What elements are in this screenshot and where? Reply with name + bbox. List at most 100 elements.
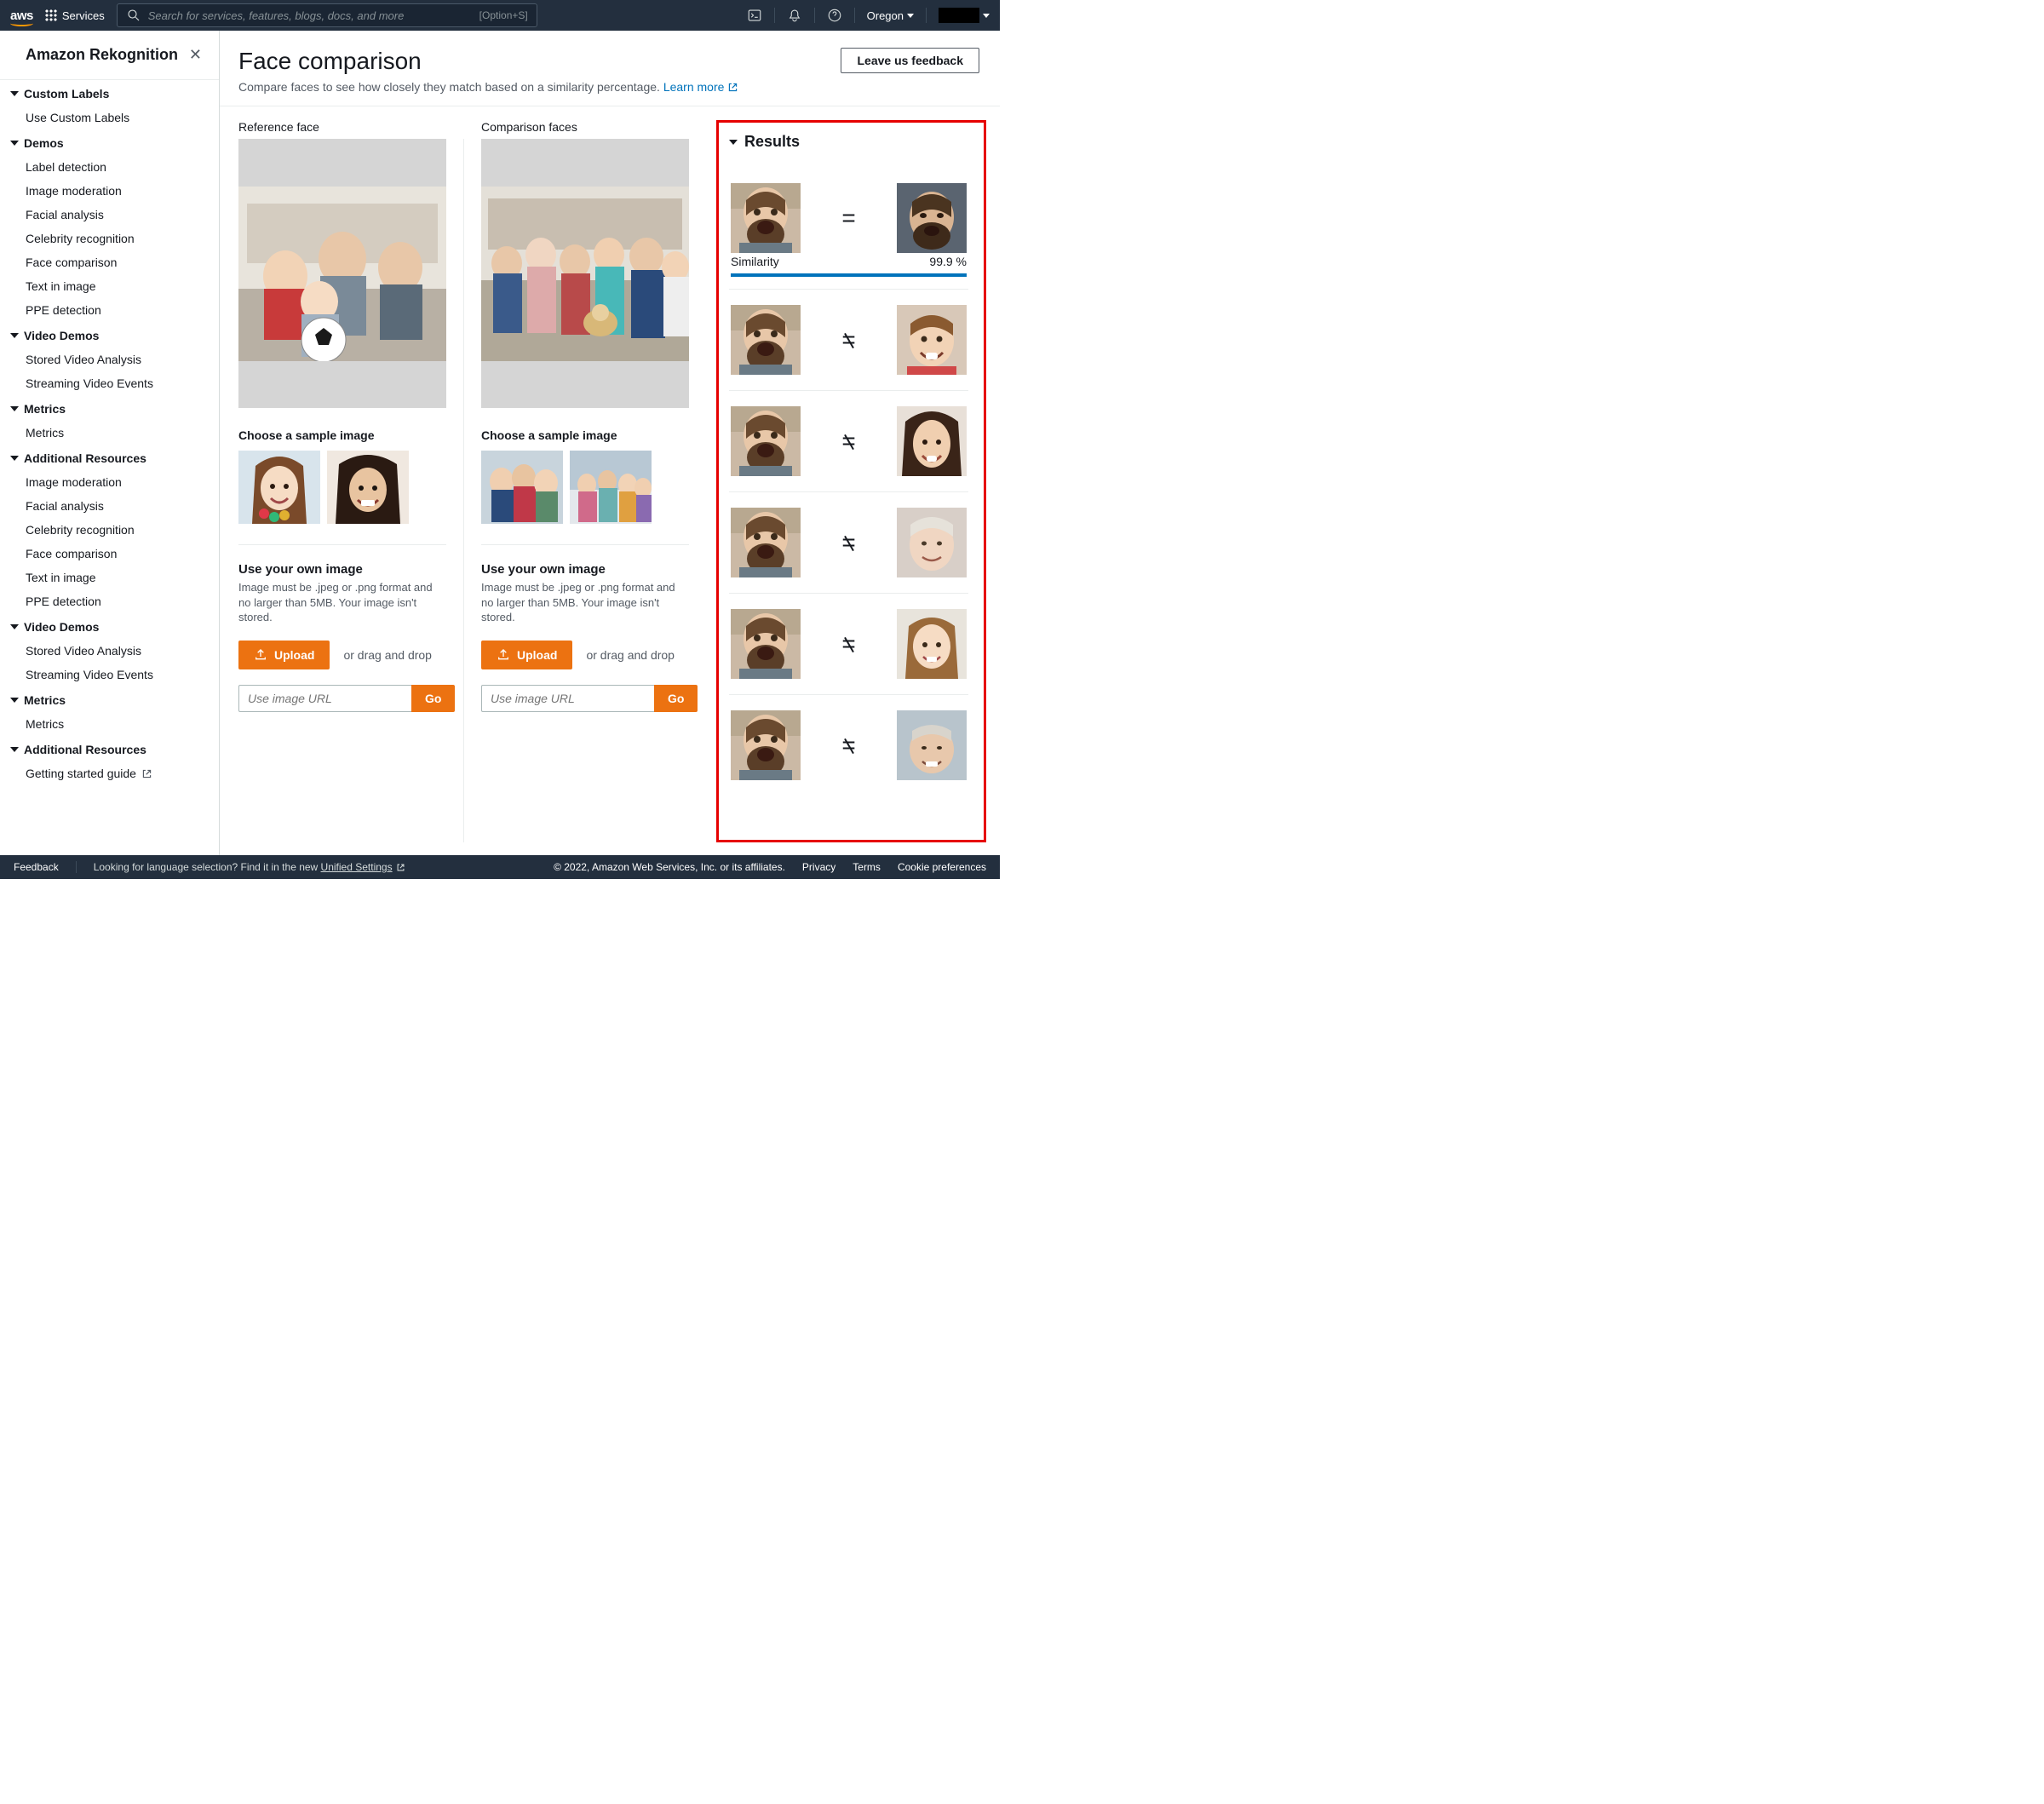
nav-item[interactable]: Celebrity recognition — [0, 518, 219, 542]
chevron-down-icon — [10, 333, 19, 338]
nav-item[interactable]: PPE detection — [0, 589, 219, 613]
region-selector[interactable]: Oregon — [867, 9, 914, 22]
comparison-sample-1[interactable] — [481, 451, 563, 524]
unified-settings-link[interactable]: Unified Settings — [321, 861, 405, 873]
result-ref-face — [731, 710, 801, 780]
result-cmp-face — [897, 508, 967, 577]
chevron-down-icon — [729, 140, 738, 145]
nav-heading[interactable]: Metrics — [0, 687, 219, 712]
nav-item[interactable]: PPE detection — [0, 298, 219, 322]
nav-item[interactable]: Face comparison — [0, 250, 219, 274]
content: Face comparison Compare faces to see how… — [220, 31, 1000, 855]
nav-item[interactable]: Stored Video Analysis — [0, 348, 219, 371]
divider — [463, 139, 464, 842]
nav-heading[interactable]: Additional Resources — [0, 736, 219, 761]
account-menu[interactable] — [939, 8, 990, 23]
reference-drag-text: or drag and drop — [343, 647, 432, 663]
nav-item[interactable]: Text in image — [0, 274, 219, 298]
result-ref-face — [731, 305, 801, 375]
nav-item[interactable]: Face comparison — [0, 542, 219, 566]
services-menu[interactable]: Services — [45, 9, 105, 22]
region-label: Oregon — [867, 9, 904, 22]
footer-feedback-link[interactable]: Feedback — [14, 861, 59, 873]
result-cmp-face — [897, 406, 967, 476]
not-equals-icon: = — [832, 326, 866, 353]
external-link-icon — [727, 82, 738, 93]
equals-icon: = — [832, 204, 866, 232]
comparison-label: Comparison faces — [481, 120, 689, 134]
footer-cookie-link[interactable]: Cookie preferences — [898, 861, 986, 873]
nav-heading[interactable]: Video Demos — [0, 613, 219, 639]
nav-item[interactable]: Use Custom Labels — [0, 106, 219, 129]
nav-item[interactable]: Image moderation — [0, 470, 219, 494]
reference-go-button[interactable]: Go — [411, 685, 455, 712]
close-icon[interactable]: ✕ — [189, 46, 202, 64]
nav-heading[interactable]: Custom Labels — [0, 80, 219, 106]
nav-item[interactable]: Stored Video Analysis — [0, 639, 219, 663]
result-ref-face — [731, 406, 801, 476]
nav-item[interactable]: Label detection — [0, 155, 219, 179]
not-equals-icon: = — [832, 732, 866, 759]
nav-item[interactable]: Facial analysis — [0, 203, 219, 227]
cloudshell-icon[interactable] — [747, 8, 762, 23]
nav-heading[interactable]: Metrics — [0, 395, 219, 421]
reference-sample-2[interactable] — [327, 451, 409, 524]
reference-url-input[interactable] — [238, 685, 411, 712]
nav-heading[interactable]: Additional Resources — [0, 445, 219, 470]
sidebar: Amazon Rekognition ✕ Custom LabelsUse Cu… — [0, 31, 220, 855]
chevron-down-icon — [10, 456, 19, 461]
result-cmp-face — [897, 609, 967, 679]
nav-item[interactable]: Streaming Video Events — [0, 663, 219, 687]
not-equals-icon: = — [832, 529, 866, 556]
global-search[interactable]: Search for services, features, blogs, do… — [117, 3, 537, 27]
nav-item[interactable]: Facial analysis — [0, 494, 219, 518]
nav-item[interactable]: Metrics — [0, 421, 219, 445]
results-heading[interactable]: Results — [729, 133, 968, 151]
nav-item[interactable]: Getting started guide — [0, 761, 219, 785]
chevron-down-icon — [10, 141, 19, 146]
footer: Feedback Looking for language selection?… — [0, 855, 1000, 879]
reference-label: Reference face — [238, 120, 446, 134]
reference-sample-1[interactable] — [238, 451, 320, 524]
nav-item[interactable]: Streaming Video Events — [0, 371, 219, 395]
upload-icon — [497, 648, 510, 662]
learn-more-link[interactable]: Learn more — [663, 80, 739, 94]
help-icon[interactable] — [827, 8, 842, 23]
nav-item[interactable]: Metrics — [0, 712, 219, 736]
comparison-preview — [481, 139, 689, 408]
nav-item[interactable]: Image moderation — [0, 179, 219, 203]
nav-heading[interactable]: Demos — [0, 129, 219, 155]
comparison-preview-image — [481, 187, 689, 361]
chevron-down-icon — [10, 698, 19, 703]
footer-lang-hint: Looking for language selection? Find it … — [94, 861, 405, 873]
bell-icon[interactable] — [787, 8, 802, 23]
nav-item[interactable]: Celebrity recognition — [0, 227, 219, 250]
comparison-url-input[interactable] — [481, 685, 654, 712]
comparison-own-heading: Use your own image — [481, 562, 689, 577]
result-row: = — [729, 290, 968, 391]
page-title: Face comparison — [238, 48, 738, 75]
sidebar-title: Amazon Rekognition — [26, 46, 178, 64]
result-row: = — [729, 391, 968, 492]
not-equals-icon: = — [832, 630, 866, 658]
footer-terms-link[interactable]: Terms — [853, 861, 881, 873]
reference-own-sub: Image must be .jpeg or .png format and n… — [238, 580, 446, 625]
result-ref-face — [731, 609, 801, 679]
reference-upload-button[interactable]: Upload — [238, 641, 330, 669]
comparison-go-button[interactable]: Go — [654, 685, 698, 712]
comparison-column: Comparison faces Choose a sample image U… — [481, 120, 689, 712]
result-row: = — [729, 492, 968, 594]
result-cmp-face — [897, 305, 967, 375]
nav-item[interactable]: Text in image — [0, 566, 219, 589]
footer-copyright: © 2022, Amazon Web Services, Inc. or its… — [554, 861, 785, 873]
caret-down-icon — [907, 14, 914, 18]
comparison-own-sub: Image must be .jpeg or .png format and n… — [481, 580, 689, 625]
aws-logo[interactable]: aws — [10, 9, 33, 23]
result-cmp-face — [897, 183, 967, 253]
leave-feedback-button[interactable]: Leave us feedback — [841, 48, 979, 73]
comparison-sample-heading: Choose a sample image — [481, 428, 689, 442]
comparison-upload-button[interactable]: Upload — [481, 641, 572, 669]
nav-heading[interactable]: Video Demos — [0, 322, 219, 348]
footer-privacy-link[interactable]: Privacy — [802, 861, 835, 873]
comparison-sample-2[interactable] — [570, 451, 652, 524]
